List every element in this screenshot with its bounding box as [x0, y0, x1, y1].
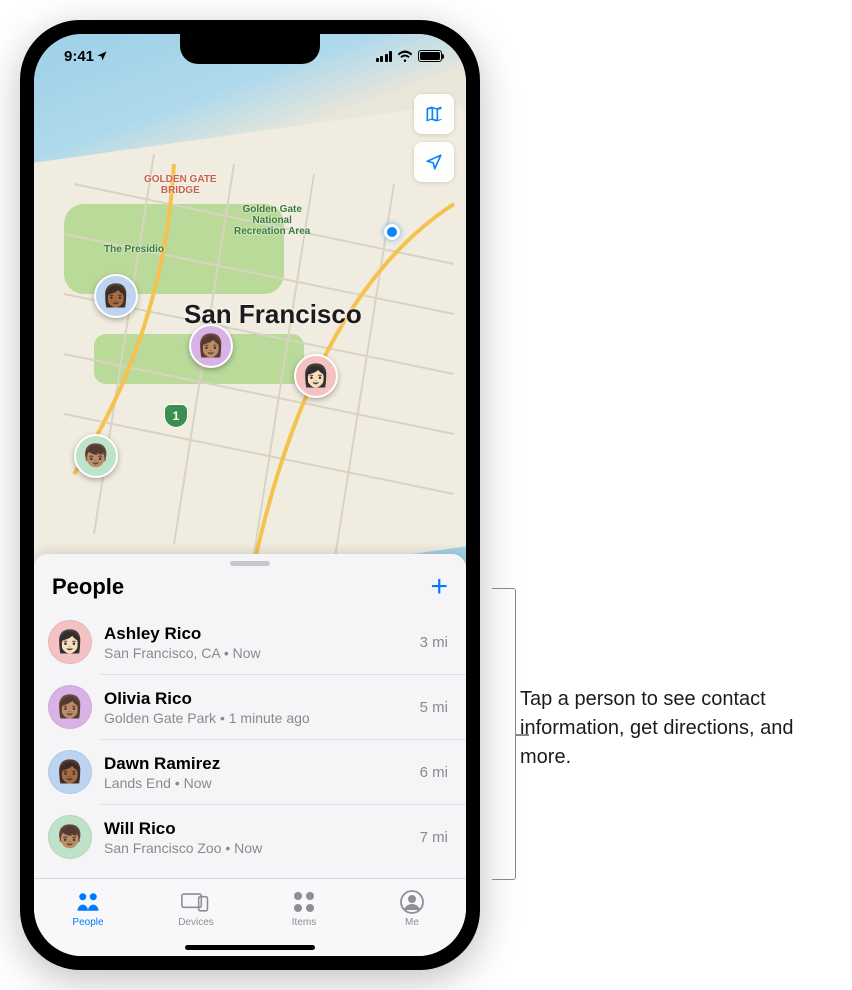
- avatar: 👩🏾: [48, 750, 92, 794]
- map-pin-ashley[interactable]: 👩🏻: [294, 354, 338, 398]
- screen: 9:41 San Francisco: [34, 34, 466, 956]
- map-pin-dawn[interactable]: 👩🏾: [94, 274, 138, 318]
- sheet-title: People: [52, 574, 124, 600]
- location-arrow-icon: [425, 153, 443, 171]
- person-row[interactable]: 👩🏾Dawn RamirezLands End • Now6 mi: [100, 739, 466, 804]
- person-location: San Francisco Zoo • Now: [104, 840, 408, 856]
- my-location-dot: [384, 224, 400, 240]
- person-distance: 5 mi: [420, 699, 448, 716]
- person-distance: 6 mi: [420, 764, 448, 781]
- person-distance: 7 mi: [420, 829, 448, 846]
- person-name: Olivia Rico: [104, 689, 408, 709]
- poi-ggnra: Golden Gate National Recreation Area: [234, 204, 310, 237]
- person-row[interactable]: 👦🏽Will RicoSan Francisco Zoo • Now7 mi: [100, 804, 466, 869]
- person-row[interactable]: 👩🏽Olivia RicoGolden Gate Park • 1 minute…: [100, 674, 466, 739]
- callout-bracket: [492, 588, 516, 880]
- people-icon: [74, 889, 102, 915]
- status-time: 9:41: [64, 48, 108, 65]
- map-pin-will[interactable]: 👦🏽: [74, 434, 118, 478]
- map-icon: [424, 104, 444, 124]
- poi-presidio: The Presidio: [104, 244, 164, 255]
- people-list[interactable]: 👩🏻 Ashley RicoSan Francisco, CA • Now 3 mi…: [34, 610, 466, 878]
- tab-me[interactable]: Me: [358, 879, 466, 938]
- location-arrow-icon: [96, 50, 108, 62]
- map-controls: [414, 94, 454, 182]
- map-pin-olivia[interactable]: 👩🏽: [189, 324, 233, 368]
- avatar: 👩🏻: [48, 620, 92, 664]
- person-name: Ashley Rico: [104, 624, 408, 644]
- person-location: San Francisco, CA • Now: [104, 645, 408, 661]
- devices-icon: [181, 889, 211, 915]
- phone-frame: 9:41 San Francisco: [20, 20, 480, 970]
- add-person-button[interactable]: +: [430, 572, 448, 602]
- locate-me-button[interactable]: [414, 142, 454, 182]
- callout-text: Tap a person to see contact information,…: [520, 685, 830, 772]
- me-icon: [400, 889, 424, 915]
- tab-label: Devices: [178, 917, 214, 928]
- tab-items[interactable]: Items: [250, 879, 358, 938]
- notch: [180, 34, 320, 64]
- status-indicators: [376, 50, 443, 62]
- person-distance: 3 mi: [420, 634, 448, 651]
- cellular-signal-icon: [376, 51, 393, 62]
- map-style-button[interactable]: [414, 94, 454, 134]
- battery-icon: [418, 50, 442, 62]
- tab-label: Me: [405, 917, 419, 928]
- person-location: Golden Gate Park • 1 minute ago: [104, 710, 408, 726]
- map-view[interactable]: San Francisco The Presidio Golden Gate N…: [34, 34, 466, 564]
- tab-devices[interactable]: Devices: [142, 879, 250, 938]
- home-indicator[interactable]: [185, 945, 315, 950]
- highway-shield: 1: [164, 404, 188, 428]
- tab-label: Items: [292, 917, 316, 928]
- tab-label: People: [72, 917, 103, 928]
- items-icon: [292, 889, 316, 915]
- person-name: Will Rico: [104, 819, 408, 839]
- person-name: Dawn Ramirez: [104, 754, 408, 774]
- tab-people[interactable]: People: [34, 879, 142, 938]
- people-sheet[interactable]: People + 👩🏻 Ashley RicoSan Francisco, CA …: [34, 554, 466, 878]
- person-row[interactable]: 👩🏻 Ashley RicoSan Francisco, CA • Now 3 mi: [34, 610, 466, 674]
- person-location: Lands End • Now: [104, 775, 408, 791]
- avatar: 👦🏽: [48, 815, 92, 859]
- sheet-header: People +: [34, 566, 466, 610]
- avatar: 👩🏽: [48, 685, 92, 729]
- poi-golden-gate-bridge: GOLDEN GATE BRIDGE: [144, 174, 217, 196]
- wifi-icon: [397, 50, 413, 62]
- clock-text: 9:41: [64, 48, 94, 65]
